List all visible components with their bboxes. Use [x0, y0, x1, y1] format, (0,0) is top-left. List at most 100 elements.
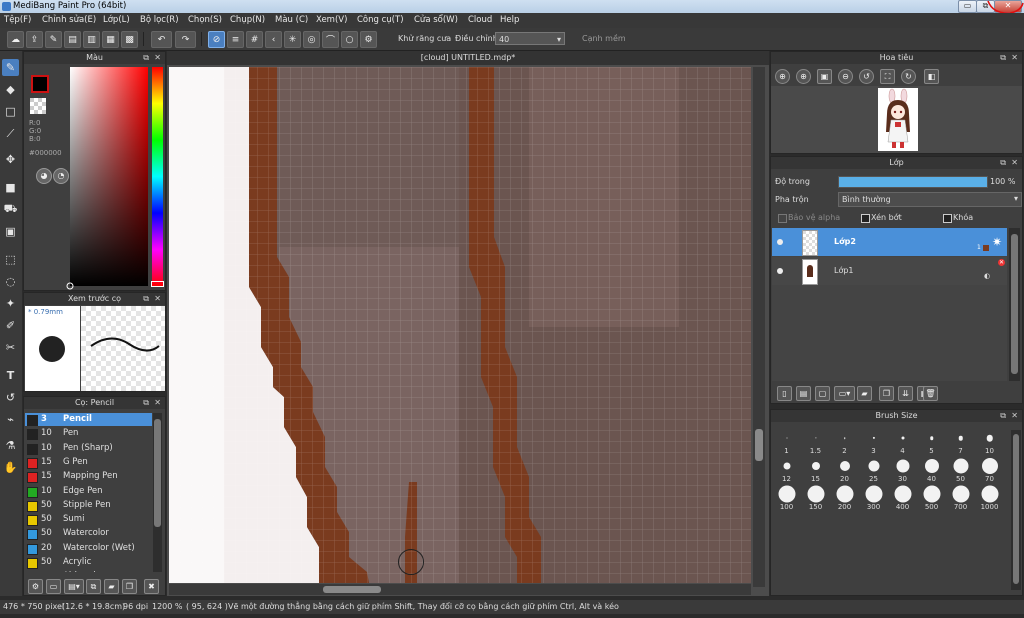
snap-radial-icon[interactable]: ‹ — [265, 31, 282, 48]
new-layer-icon[interactable]: ▯ — [777, 386, 792, 401]
panel-float-icon[interactable]: ⧉ — [1000, 410, 1006, 422]
eye-icon[interactable] — [777, 239, 783, 245]
brush-size-option[interactable]: 1000 — [975, 483, 1004, 511]
hue-slider-handle[interactable] — [151, 281, 164, 287]
menu-color[interactable]: Màu (C) — [275, 15, 308, 25]
menu-capture[interactable]: Chụp(N) — [230, 15, 265, 25]
snap-curve-icon[interactable]: ⌒ — [322, 31, 339, 48]
layer-row[interactable]: Lớp2 1 ✷ — [772, 228, 1007, 256]
brush-size-option[interactable]: 25 — [859, 455, 888, 483]
color-wheel-icon[interactable]: ◔ — [53, 168, 69, 184]
brush-size-option[interactable]: 12 — [772, 455, 801, 483]
canvas-vertical-scrollbar[interactable] — [753, 67, 765, 587]
blend-mode-select[interactable]: Bình thường ▾ — [838, 192, 1022, 207]
layer-list-scrollbar[interactable] — [1009, 228, 1020, 381]
lock-checkbox[interactable] — [943, 214, 952, 223]
panel-float-icon[interactable]: ⧉ — [1000, 52, 1006, 64]
merge-down-icon[interactable]: ⇊ — [898, 386, 913, 401]
panel-icon[interactable]: ▩ — [121, 31, 138, 48]
actual-size-icon[interactable]: ⛶ — [880, 69, 895, 84]
fill-rect-tool-icon[interactable]: ■ — [2, 179, 19, 196]
menu-window[interactable]: Cửa sổ(W) — [414, 15, 458, 25]
brush-list-item[interactable]: 10 Edge Pen — [25, 485, 152, 498]
redo-icon[interactable]: ↷ — [175, 31, 196, 48]
brush-size-option[interactable]: 1 — [772, 427, 801, 455]
panel-close-icon[interactable]: ✕ — [1011, 52, 1018, 64]
snap-burst-icon[interactable]: ✳ — [284, 31, 301, 48]
delete-layer-icon[interactable]: 🗑 — [923, 386, 938, 401]
layer-delete-icon[interactable]: ✕ — [998, 259, 1005, 266]
zoom-in-icon[interactable]: ⊕ — [775, 69, 790, 84]
menu-layer[interactable]: Lớp(L) — [103, 15, 130, 25]
duplicate-icon[interactable]: ❐ — [122, 579, 137, 594]
magic-wand-tool-icon[interactable]: ✦ — [2, 295, 19, 312]
folder-icon[interactable]: ▰ — [104, 579, 119, 594]
brush-size-option[interactable]: 200 — [830, 483, 859, 511]
layer-settings-icon[interactable]: ✷ — [992, 235, 1002, 249]
color-cursor[interactable] — [66, 282, 74, 290]
scrollbar-thumb[interactable] — [323, 586, 381, 593]
text-tool-icon[interactable]: T — [2, 367, 19, 384]
zoom-out-icon[interactable]: ⊖ — [838, 69, 853, 84]
snap-grid-icon[interactable]: # — [246, 31, 263, 48]
menu-view[interactable]: Xem(V) — [316, 15, 347, 25]
brush-size-option[interactable]: 50 — [946, 455, 975, 483]
move-tool-icon[interactable]: ✥ — [2, 151, 19, 168]
share-icon[interactable]: ⇪ — [26, 31, 43, 48]
snap-circle-icon[interactable]: ◎ — [303, 31, 320, 48]
page-icon[interactable]: ▥ — [83, 31, 100, 48]
brush-size-option[interactable]: 40 — [917, 455, 946, 483]
add-brush-icon[interactable]: ▤▾ — [64, 579, 84, 594]
pages-icon[interactable]: ▦ — [102, 31, 119, 48]
layer-row[interactable]: Lớp1 ✕ ◐ — [772, 257, 1007, 285]
scrollbar-thumb[interactable] — [1011, 234, 1018, 374]
delete-brush-icon[interactable]: ✖ — [144, 579, 159, 594]
add-layer-menu-icon[interactable]: ▭▾ — [834, 386, 855, 401]
drawing-canvas[interactable] — [169, 67, 751, 583]
scrollbar-thumb[interactable] — [154, 419, 161, 527]
comment-icon[interactable]: ✎ — [45, 31, 62, 48]
copy-brush-icon[interactable]: ⧉ — [86, 579, 101, 594]
bucket-tool-icon[interactable]: ⛟ — [2, 201, 19, 218]
menu-filter[interactable]: Bộ lọc(R) — [140, 15, 179, 25]
snap-ellipse-icon[interactable]: ○ — [341, 31, 358, 48]
brush-list-item[interactable]: 10 Pen (Sharp) — [25, 442, 152, 455]
brush-list-item[interactable]: 50 Stipple Pen — [25, 499, 152, 512]
background-color-swatch[interactable] — [30, 98, 46, 114]
menu-edit[interactable]: Chỉnh sửa(E) — [42, 15, 96, 25]
brush-size-option[interactable]: 100 — [772, 483, 801, 511]
panel-float-icon[interactable]: ⧉ — [143, 52, 149, 64]
snap-off-icon[interactable]: ⊘ — [208, 31, 225, 48]
brush-size-option[interactable]: 10 — [975, 427, 1004, 455]
brush-size-option[interactable]: 500 — [917, 483, 946, 511]
eyedropper-tool-icon[interactable]: ⚗ — [2, 437, 19, 454]
new-brush-icon[interactable]: ▭ — [46, 579, 61, 594]
hand-tool-icon[interactable]: ✋ — [2, 459, 19, 476]
snap-parallel-icon[interactable]: ≡ — [227, 31, 244, 48]
brush-list-item[interactable]: 15 G Pen — [25, 456, 152, 469]
document-tab[interactable]: [cloud] UNTITLED.mdp* — [167, 51, 769, 65]
protect-alpha-checkbox[interactable] — [778, 214, 787, 223]
brush-list-scrollbar[interactable] — [153, 413, 162, 572]
brush-list-item[interactable]: 15 Mapping Pen — [25, 470, 152, 484]
brush-list-item[interactable]: Airbrush — [25, 570, 152, 572]
scrollbar-thumb[interactable] — [755, 429, 763, 461]
rotate-right-icon[interactable]: ↻ — [901, 69, 916, 84]
eraser-tool-icon[interactable]: ◆ — [2, 81, 19, 98]
opacity-slider[interactable] — [838, 176, 988, 188]
brush-size-scrollbar[interactable] — [1011, 430, 1021, 590]
brush-size-option[interactable]: 15 — [801, 455, 830, 483]
brush-size-option[interactable]: 4 — [888, 427, 917, 455]
line-tool-icon[interactable]: ⟋ — [2, 125, 19, 142]
layer-folder-icon[interactable]: ▰ — [857, 386, 872, 401]
brush-list-item[interactable]: 50 Acrylic — [25, 556, 152, 569]
select-eraser-tool-icon[interactable]: ✂ — [2, 339, 19, 356]
brush-list-item[interactable]: 3Pencil✷ — [25, 413, 152, 426]
brush-list-item[interactable]: 50 Sumi — [25, 513, 152, 527]
brush-size-option[interactable]: 700 — [946, 483, 975, 511]
palette-icon[interactable]: ◕ — [36, 168, 52, 184]
select-pen-tool-icon[interactable]: ✐ — [2, 317, 19, 334]
brush-size-option[interactable]: 5 — [917, 427, 946, 455]
dot-tool-icon[interactable]: □ — [2, 103, 19, 120]
panel-close-icon[interactable]: ✕ — [1011, 157, 1018, 169]
